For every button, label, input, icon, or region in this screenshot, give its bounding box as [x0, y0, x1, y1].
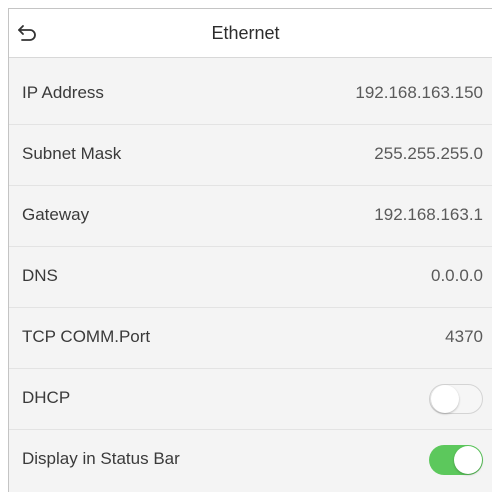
dhcp-label: DHCP — [22, 388, 71, 407]
dns-label: DNS — [22, 266, 58, 285]
dns-value: 0.0.0.0 — [431, 266, 483, 285]
dhcp-row: DHCP — [9, 369, 492, 430]
gateway-row[interactable]: Gateway 192.168.163.1 — [9, 186, 492, 247]
ip-address-value: 192.168.163.150 — [355, 83, 483, 102]
header-bar: Ethernet — [9, 9, 492, 58]
display-in-status-bar-label: Display in Status Bar — [22, 449, 180, 468]
page-title: Ethernet — [211, 23, 280, 43]
tcp-comm-port-row[interactable]: TCP COMM.Port 4370 — [9, 308, 492, 369]
toggle-knob — [431, 385, 459, 413]
tcp-comm-port-label: TCP COMM.Port — [22, 327, 151, 346]
subnet-mask-row[interactable]: Subnet Mask 255.255.255.0 — [9, 125, 492, 186]
tcp-comm-port-value: 4370 — [445, 327, 483, 346]
ip-address-row[interactable]: IP Address 192.168.163.150 — [9, 64, 492, 125]
subnet-mask-value: 255.255.255.0 — [374, 144, 483, 163]
toggle-knob — [454, 446, 482, 474]
settings-list: IP Address 192.168.163.150 Subnet Mask 2… — [9, 64, 492, 491]
display-in-status-bar-toggle[interactable] — [429, 445, 483, 475]
ethernet-screen: Ethernet IP Address 192.168.163.150 Subn… — [8, 8, 492, 492]
gateway-label: Gateway — [22, 205, 90, 224]
gateway-value: 192.168.163.1 — [374, 205, 483, 224]
dns-row[interactable]: DNS 0.0.0.0 — [9, 247, 492, 308]
dhcp-toggle[interactable] — [429, 384, 483, 414]
subnet-mask-label: Subnet Mask — [22, 144, 122, 163]
display-in-status-bar-row: Display in Status Bar — [9, 430, 492, 491]
ip-address-label: IP Address — [22, 83, 104, 102]
